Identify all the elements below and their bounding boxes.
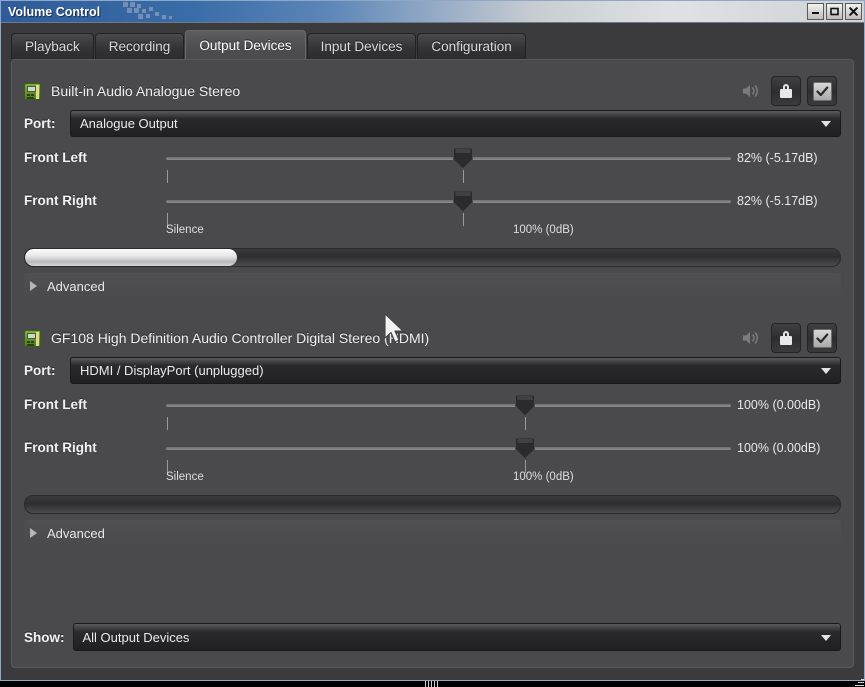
show-select[interactable]: All Output Devices [73,623,842,651]
slider-tick-max [463,170,464,183]
device-header-0: Built-in Audio Analogue Stereo [24,74,841,108]
slider-tick-min [167,417,168,430]
slider-track [166,404,731,407]
title-bar[interactable]: Volume Control [1,1,864,23]
slider-handle[interactable] [453,190,473,213]
minimize-icon[interactable] [807,3,824,20]
window-resize-grip[interactable] [425,681,442,687]
window-title: Volume Control [8,5,100,19]
chevron-right-icon [30,281,37,291]
close-icon[interactable] [845,3,862,20]
level-meter-1 [24,495,841,514]
channel-label: Front Left [24,150,87,165]
scale-max-label: 100% (0dB) [513,471,574,483]
default-device-button-0[interactable] [807,76,837,106]
output-devices-panel: Built-in Audio Analogue Stereo [11,59,854,668]
maximize-icon[interactable] [826,3,843,20]
tab-playback[interactable]: Playback [11,33,94,59]
slider-tick-min [167,170,168,183]
scale-min-label: Silence [166,471,204,483]
tab-recording[interactable]: Recording [95,33,185,59]
tab-output-devices[interactable]: Output Devices [185,30,305,59]
tab-configuration[interactable]: Configuration [417,33,525,59]
port-label-0: Port: [24,116,70,131]
device-block-1: GF108 High Definition Audio Controller D… [24,321,841,546]
port-select-1[interactable]: HDMI / DisplayPort (unplugged) [70,357,841,384]
level-meter-0 [24,248,841,267]
port-row-0: Port: Analogue Output [24,110,841,136]
channel-label: Front Right [24,193,97,208]
channel-row-front-left-1: Front Left 100% [24,391,841,434]
slider-track [166,447,731,450]
slider-handle[interactable] [453,147,473,170]
scale-min-label: Silence [166,224,204,236]
port-value-0: Analogue Output [71,116,178,131]
window-controls [807,3,862,20]
checkmark-icon [813,82,832,101]
channel-row-front-left-0: Front Left 82% [24,144,841,187]
lock-volume-button-1[interactable] [771,323,801,353]
scale-max-label: 100% (0dB) [513,224,574,236]
channel-value: 100% (0.00dB) [737,398,841,412]
port-row-1: Port: HDMI / DisplayPort (unplugged) [24,357,841,383]
tab-bar: Playback Recording Output Devices Input … [11,29,864,59]
device-header-1: GF108 High Definition Audio Controller D… [24,321,841,355]
show-label: Show: [24,630,65,645]
channel-label: Front Right [24,440,97,455]
port-value-1: HDMI / DisplayPort (unplugged) [71,363,264,378]
level-meter-fill [25,249,237,266]
device-name-0: Built-in Audio Analogue Stereo [51,83,240,99]
screen: Volume Control [0,0,865,687]
lock-icon [780,331,792,345]
slider-handle[interactable] [515,437,535,460]
chevron-down-icon [821,635,831,641]
channel-value: 82% (-5.17dB) [737,151,841,165]
slider-track [166,157,731,160]
chevron-down-icon [821,121,831,127]
device-name-1: GF108 High Definition Audio Controller D… [51,330,429,346]
volume-slider-front-left-0[interactable] [166,144,731,187]
lock-icon [780,84,792,98]
device-block-0: Built-in Audio Analogue Stereo [24,74,841,299]
advanced-expander-0[interactable]: Advanced [24,273,841,299]
speaker-icon [741,82,761,100]
lock-volume-button-0[interactable] [771,76,801,106]
sound-card-icon [24,83,41,100]
port-select-0[interactable]: Analogue Output [70,110,841,137]
tab-input-devices[interactable]: Input Devices [307,33,417,59]
resize-corner[interactable] [855,677,864,686]
chevron-down-icon [821,368,831,374]
channel-label: Front Left [24,397,87,412]
chevron-right-icon [30,528,37,538]
scale-labels-0: Silence 100% (0dB) [24,224,841,240]
show-filter-row: Show: All Output Devices [24,623,841,651]
volume-control-window: Volume Control [0,0,865,681]
advanced-label: Advanced [47,526,105,541]
port-label-1: Port: [24,363,70,378]
volume-slider-front-left-1[interactable] [166,391,731,434]
scale-labels-1: Silence 100% (0dB) [24,471,841,487]
channel-value: 82% (-5.17dB) [737,194,841,208]
advanced-label: Advanced [47,279,105,294]
checkmark-icon [813,329,832,348]
sound-card-icon [24,330,41,347]
slider-track [166,200,731,203]
speaker-icon [741,329,761,347]
default-device-button-1[interactable] [807,323,837,353]
channel-value: 100% (0.00dB) [737,441,841,455]
slider-tick-max [525,417,526,430]
slider-handle[interactable] [515,394,535,417]
show-value: All Output Devices [74,630,190,645]
advanced-expander-1[interactable]: Advanced [24,520,841,546]
title-decoration [121,1,191,22]
